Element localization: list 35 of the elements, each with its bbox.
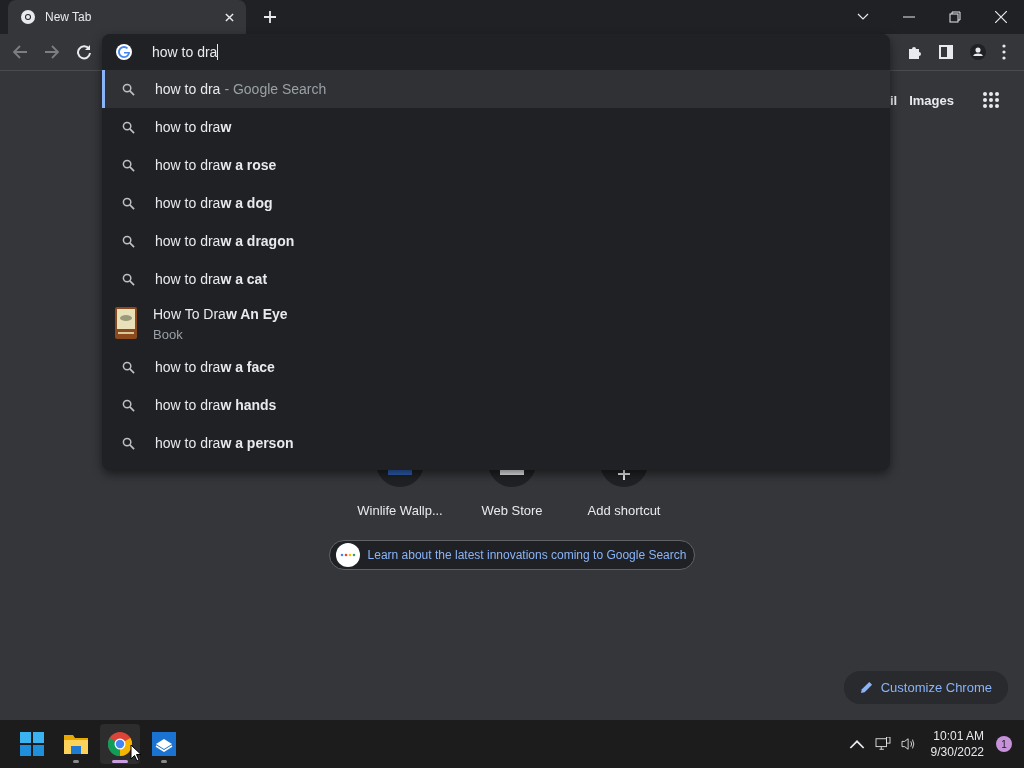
suggestion-item[interactable]: how to draw a cat bbox=[102, 260, 890, 298]
browser-tab[interactable]: New Tab bbox=[8, 0, 246, 34]
suggestion-text: How To Draw An Eye bbox=[153, 305, 288, 322]
suggestion-text: how to draw a cat bbox=[155, 271, 268, 287]
suggestion-hint: - Google Search bbox=[224, 81, 327, 97]
shortcut-label[interactable]: Web Store bbox=[481, 503, 543, 518]
suggestion-item[interactable]: how to draw a rose bbox=[102, 146, 890, 184]
suggestion-text: how to draw a person bbox=[155, 435, 294, 451]
clock-time: 10:01 AM bbox=[933, 728, 984, 744]
suggestion-text: how to draw a rose bbox=[155, 157, 277, 173]
suggestion-text: how to draw a dog bbox=[155, 195, 273, 211]
suggestion-item[interactable]: how to draw a face bbox=[102, 348, 890, 386]
suggestion-text: how to draw a dragon bbox=[155, 233, 295, 249]
shortcut-label[interactable]: Winlife Wallp... bbox=[357, 503, 443, 518]
header-link[interactable]: Images bbox=[909, 92, 954, 108]
suggestion-item[interactable]: how to draw a person bbox=[102, 424, 890, 462]
suggestion-item[interactable]: How To Draw An Eye Book bbox=[102, 298, 890, 348]
customize-button[interactable]: Customize Chrome bbox=[843, 671, 1008, 704]
header-link[interactable]: il bbox=[889, 92, 898, 108]
suggestion-item[interactable]: how to dra - Google Search bbox=[102, 70, 890, 108]
clock[interactable]: 10:01 AM 9/30/2022 bbox=[930, 728, 984, 760]
clock-date: 9/30/2022 bbox=[930, 744, 984, 760]
suggestion-text: how to draw hands bbox=[155, 397, 277, 413]
suggestion-text: how to draw a face bbox=[155, 359, 275, 375]
notification-badge[interactable]: 1 bbox=[996, 736, 1012, 752]
shortcut-label[interactable]: Add shortcut bbox=[587, 503, 661, 518]
address-field[interactable]: how to dra bbox=[102, 34, 890, 70]
suggestion-item[interactable]: how to draw bbox=[102, 108, 890, 146]
suggestion-text: how to dra bbox=[155, 81, 221, 97]
suggestion-item[interactable]: how to draw a dragon bbox=[102, 222, 890, 260]
suggestion-item[interactable]: how to draw hands bbox=[102, 386, 890, 424]
suggestion-text: how to draw bbox=[155, 119, 232, 135]
suggestion-item[interactable]: how to draw a dog bbox=[102, 184, 890, 222]
suggestion-subtitle: Book bbox=[153, 326, 184, 342]
promo-link[interactable]: Learn about the latest innovations coming to Google Search bbox=[328, 540, 696, 570]
